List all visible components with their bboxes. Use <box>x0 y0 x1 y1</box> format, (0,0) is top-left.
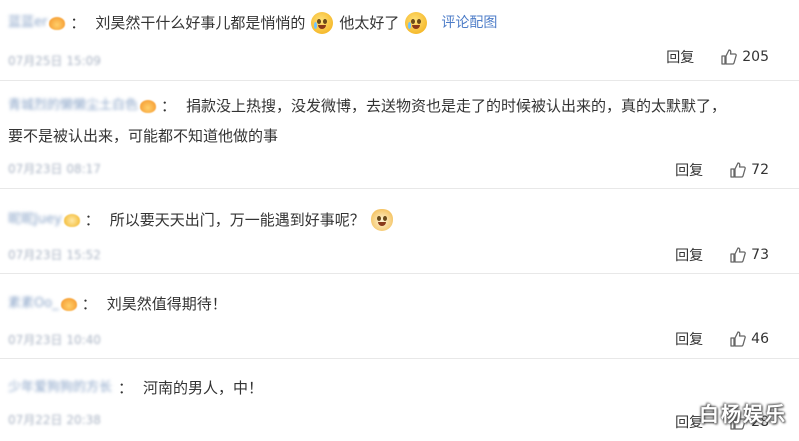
divider <box>0 80 799 81</box>
fan-badge-icon <box>63 213 80 227</box>
comment-time: 07月22日 20:38 <box>8 413 101 427</box>
fan-badge-icon <box>49 16 66 30</box>
fan-badge-icon <box>140 99 157 113</box>
divider <box>0 188 799 189</box>
reply-button[interactable]: 回复 <box>675 245 703 265</box>
comment-item: 青城烈的懒懒尘土白色 ： 捐款没上热搜，没发微博，去送物资也是走了的时候被认出来… <box>0 82 799 189</box>
thumbs-up-icon[interactable] <box>720 48 738 66</box>
comment-text: 刘昊然值得期待！ <box>106 295 227 313</box>
comment-text-line-2: 要不是被认出来，可能都不知道他做的事 <box>8 125 278 147</box>
like-count: 72 <box>751 162 769 178</box>
username-link[interactable]: 昵昵Juey <box>8 209 62 231</box>
reply-button[interactable]: 回复 <box>666 47 694 67</box>
thumbs-up-icon[interactable] <box>729 246 747 264</box>
comment-item: 少年爱狗狗的方长 ： 河南的男人，中！ 07月22日 20:38 回复 28 <box>0 360 799 441</box>
colon: ： <box>70 14 86 32</box>
comment-text-line: 素素Oo_ ： 刘昊然值得期待！ <box>8 293 227 315</box>
doge-emoji-icon <box>370 209 393 231</box>
divider <box>0 358 799 359</box>
comment-actions: 回复 205 <box>666 47 769 67</box>
like-count: 46 <box>751 331 769 347</box>
comment-text-line: 昵昵Juey ： 所以要天天出门，万一能遇到好事呢？ <box>8 209 399 231</box>
comment-text: 所以要天天出门，万一能遇到好事呢？ <box>109 211 365 229</box>
comment-actions: 回复 73 <box>675 245 769 265</box>
thumbs-up-icon[interactable] <box>729 330 747 348</box>
reply-button[interactable]: 回复 <box>675 160 703 180</box>
comment-text: 捐款没上热搜，没发微博，去送物资也是走了的时候被认出来的，真的太默默了， <box>186 97 727 115</box>
comment-item: 昵昵Juey ： 所以要天天出门，万一能遇到好事呢？ 07月23日 15:52 … <box>0 190 799 274</box>
colon: ： <box>81 295 97 313</box>
comment-time: 07月25日 15:09 <box>8 54 101 68</box>
comment-time: 07月23日 10:40 <box>8 333 101 347</box>
like-count: 73 <box>751 247 769 263</box>
comment-text-2: 他太好了 <box>339 14 400 32</box>
reply-button[interactable]: 回复 <box>675 329 703 349</box>
comment-actions: 回复 46 <box>675 329 769 349</box>
like-count: 205 <box>742 49 769 65</box>
crying-emoji-icon <box>405 12 428 34</box>
comment-text: 刘昊然干什么好事儿都是悄悄的 <box>95 14 306 32</box>
comment-time: 07月23日 08:17 <box>8 162 101 176</box>
thumbs-up-icon[interactable] <box>729 161 747 179</box>
watermark: 白杨娱乐 <box>699 402 787 426</box>
comment-text: 河南的男人，中！ <box>143 379 264 397</box>
comment-time: 07月23日 15:52 <box>8 248 101 262</box>
comment-text-continued: 要不是被认出来，可能都不知道他做的事 <box>8 127 279 145</box>
crying-emoji-icon <box>311 12 334 34</box>
fan-badge-icon <box>60 297 77 311</box>
comment-item: 蓝蓝er ： 刘昊然干什么好事儿都是悄悄的 他太好了 评论配图 07月25日 1… <box>0 0 799 81</box>
username-link[interactable]: 蓝蓝er <box>8 12 47 34</box>
colon: ： <box>161 97 177 115</box>
divider <box>0 273 799 274</box>
comment-text-line: 少年爱狗狗的方长 ： 河南的男人，中！ <box>8 377 263 399</box>
colon: ： <box>84 211 100 229</box>
username-link[interactable]: 青城烈的懒懒尘土白色 <box>8 95 138 117</box>
username-link[interactable]: 素素Oo_ <box>8 293 59 315</box>
comment-text-line: 蓝蓝er ： 刘昊然干什么好事儿都是悄悄的 他太好了 评论配图 <box>8 12 497 34</box>
comment-item: 素素Oo_ ： 刘昊然值得期待！ 07月23日 10:40 回复 46 <box>0 275 799 359</box>
comment-image-link[interactable]: 评论配图 <box>441 12 497 34</box>
username-link[interactable]: 少年爱狗狗的方长 <box>8 377 112 399</box>
colon: ： <box>118 379 134 397</box>
comment-actions: 回复 72 <box>675 160 769 180</box>
comment-text-line: 青城烈的懒懒尘土白色 ： 捐款没上热搜，没发微博，去送物资也是走了的时候被认出来… <box>8 95 726 117</box>
